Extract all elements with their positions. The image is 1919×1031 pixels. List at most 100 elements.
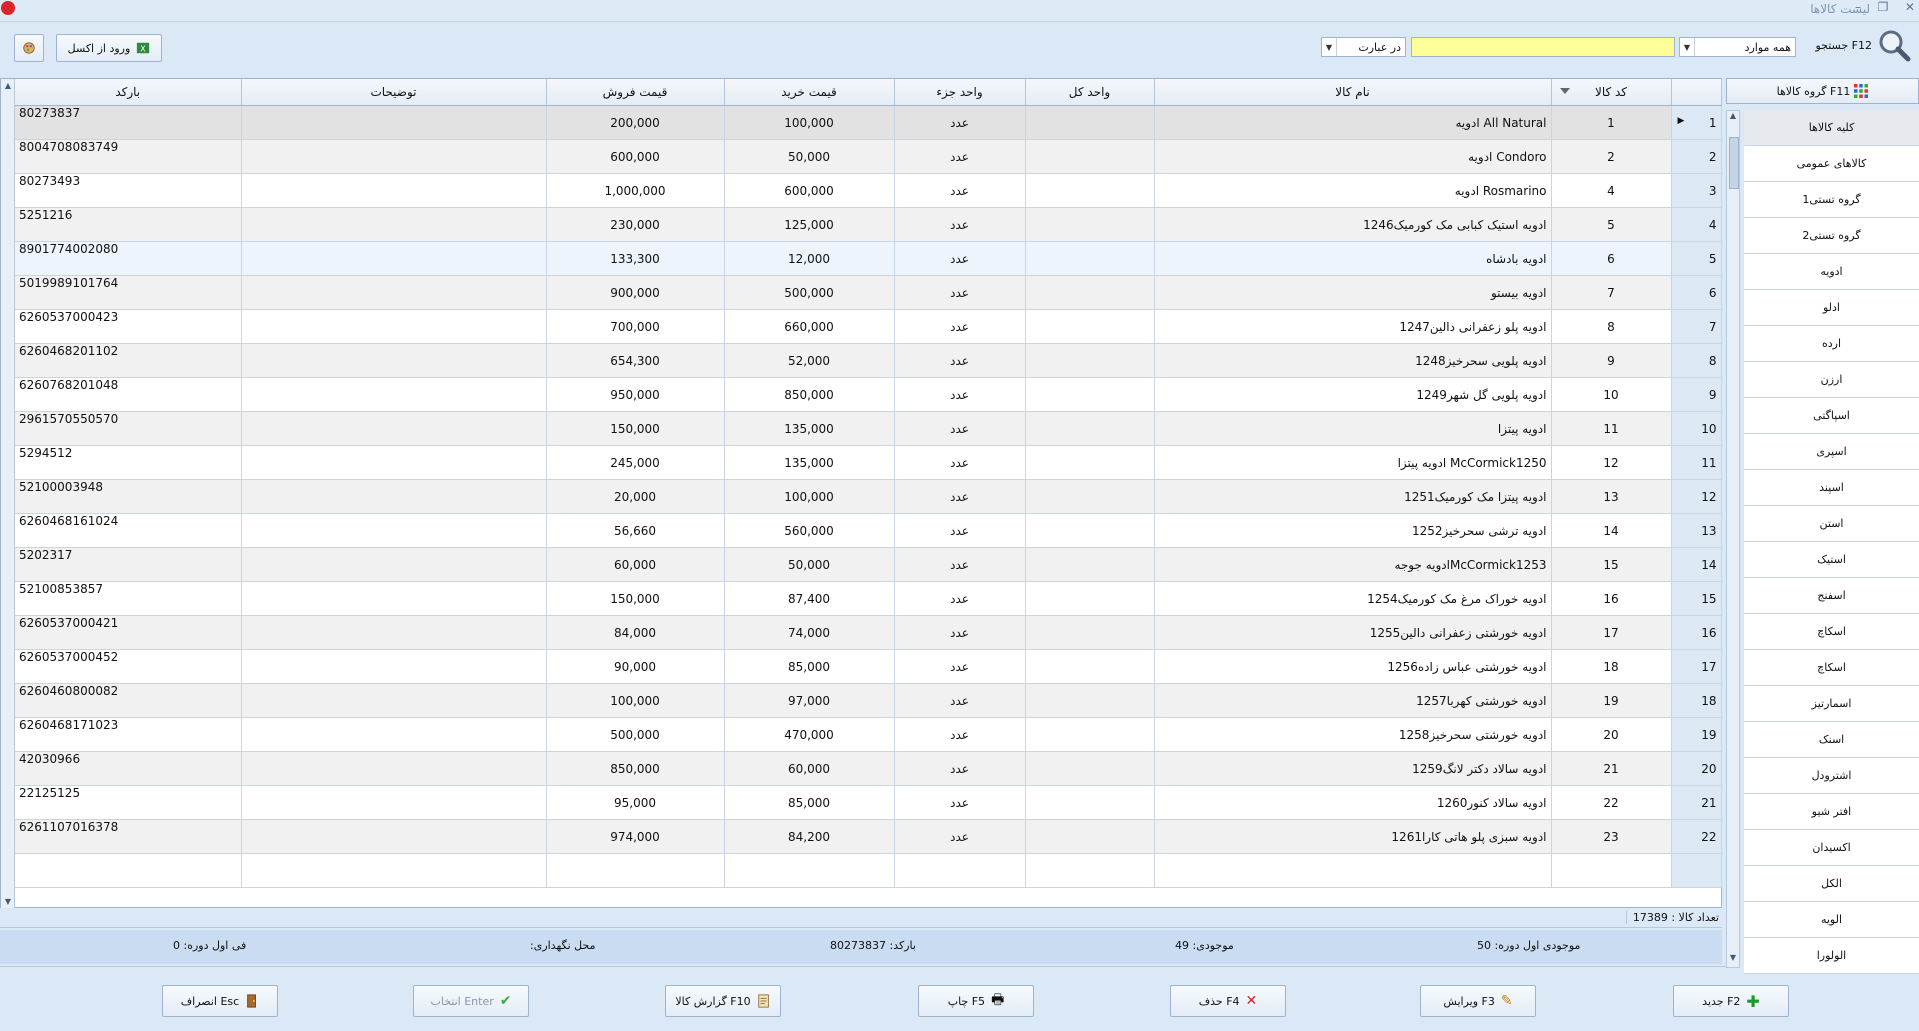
col-sell-price[interactable]: قیمت فروش	[546, 79, 725, 106]
cell-buy-price[interactable]: 135,000	[724, 445, 895, 480]
cell-barcode[interactable]: 8004708083749	[15, 139, 242, 174]
cell-sell-price[interactable]: 133,300	[546, 241, 725, 276]
cell-barcode[interactable]: 6260537000452	[15, 649, 242, 684]
cell-name[interactable]: ادویه ترشی سحرخیز1252	[1154, 513, 1552, 548]
cell-sell-price[interactable]: 850,000	[546, 751, 725, 786]
col-code[interactable]: کد کالا	[1551, 79, 1672, 106]
cell-code[interactable]: 21	[1551, 751, 1672, 786]
cell-barcode[interactable]: 80273837	[15, 105, 242, 140]
cell-sell-price[interactable]: 20,000	[546, 479, 725, 514]
group-item[interactable]: ادویه	[1744, 254, 1919, 290]
cell-unit-whole[interactable]	[1025, 683, 1155, 718]
cell-description[interactable]	[241, 547, 547, 582]
group-item[interactable]: اسنک	[1744, 722, 1919, 758]
cell-sell-price[interactable]: 654,300	[546, 343, 725, 378]
cell-code[interactable]: 20	[1551, 717, 1672, 752]
cell-unit-whole[interactable]	[1025, 785, 1155, 820]
row-number[interactable]: 18	[1671, 683, 1722, 718]
maximize-icon[interactable]: ❐	[1878, 0, 1889, 20]
print-button[interactable]: چاپ F5 🖶	[918, 985, 1034, 1017]
row-number[interactable]: 12	[1671, 479, 1722, 514]
cell-buy-price[interactable]: 52,000	[724, 343, 895, 378]
cell-name[interactable]: ادویه پیتزا مک کورمیک1251	[1154, 479, 1552, 514]
cell-unit-part[interactable]: عدد	[894, 649, 1026, 684]
group-item[interactable]: کالاهای عمومی	[1744, 146, 1919, 182]
cell-unit-part[interactable]: عدد	[894, 377, 1026, 412]
scroll-up-icon[interactable]: ▲	[1, 79, 15, 93]
cell-unit-whole[interactable]	[1025, 819, 1155, 854]
cell-code[interactable]: 6	[1551, 241, 1672, 276]
cell-description[interactable]	[241, 309, 547, 344]
cell-description[interactable]	[241, 343, 547, 378]
cell-barcode[interactable]: 5019989101764	[15, 275, 242, 310]
cell-buy-price[interactable]: 74,000	[724, 615, 895, 650]
cell-unit-part[interactable]: عدد	[894, 173, 1026, 208]
cell-buy-price[interactable]: 560,000	[724, 513, 895, 548]
cell-description[interactable]	[241, 445, 547, 480]
cell-unit-part[interactable]: عدد	[894, 581, 1026, 616]
cell-code[interactable]: 15	[1551, 547, 1672, 582]
cell-name[interactable]: ادویه بادشاه	[1154, 241, 1552, 276]
cell-barcode[interactable]: 52100003948	[15, 479, 242, 514]
cell-unit-part[interactable]: عدد	[894, 241, 1026, 276]
table-row[interactable]: 80273837 200,000 100,000 عدد ادویه All Natur…	[15, 105, 1722, 140]
table-row[interactable]: 6260460800082 100,000 97,000 عدد ادویه خورشت…	[15, 683, 1722, 718]
cell-description[interactable]	[241, 683, 547, 718]
cell-code[interactable]: 9	[1551, 343, 1672, 378]
group-item[interactable]: استیک	[1744, 542, 1919, 578]
cell-buy-price[interactable]: 12,000	[724, 241, 895, 276]
cell-unit-whole[interactable]	[1025, 139, 1155, 174]
cell-code[interactable]: 10	[1551, 377, 1672, 412]
cell-unit-part[interactable]: عدد	[894, 479, 1026, 514]
cell-unit-part[interactable]: عدد	[894, 309, 1026, 344]
cell-description[interactable]	[241, 173, 547, 208]
cell-unit-whole[interactable]	[1025, 241, 1155, 276]
table-row[interactable]: 2961570550570 150,000 135,000 عدد ادویه پیتز…	[15, 411, 1722, 446]
import-excel-button[interactable]: ورود از اکسل X	[56, 34, 162, 62]
cell-name[interactable]: ادویه پلویی گل شهر1249	[1154, 377, 1552, 412]
table-row[interactable]: 6260468161024 56,660 560,000 عدد ادویه ترشی …	[15, 513, 1722, 548]
cell-barcode[interactable]: 22125125	[15, 785, 242, 820]
cell-unit-part[interactable]: عدد	[894, 207, 1026, 242]
group-item[interactable]: ادلو	[1744, 290, 1919, 326]
cell-name[interactable]: ادویه جوجهMcCormick1253	[1154, 547, 1552, 582]
group-item[interactable]: الولورا	[1744, 938, 1919, 974]
row-number[interactable]: 14	[1671, 547, 1722, 582]
cell-code[interactable]: 14	[1551, 513, 1672, 548]
cell-unit-part[interactable]: عدد	[894, 139, 1026, 174]
group-item[interactable]: اشترودل	[1744, 758, 1919, 794]
cell-description[interactable]	[241, 615, 547, 650]
cell-sell-price[interactable]: 84,000	[546, 615, 725, 650]
group-item[interactable]: اسمارتیز	[1744, 686, 1919, 722]
new-button[interactable]: جدید F2 ✚	[1673, 985, 1789, 1017]
row-number[interactable]: 3	[1671, 173, 1722, 208]
col-description[interactable]: توضیحات	[241, 79, 547, 106]
cell-buy-price[interactable]: 660,000	[724, 309, 895, 344]
cell-description[interactable]	[241, 411, 547, 446]
table-row[interactable]: 6260537000423 700,000 660,000 عدد ادویه پلو …	[15, 309, 1722, 344]
cell-name[interactable]: ادویه پلویی سحرخیز1248	[1154, 343, 1552, 378]
row-number[interactable]: 15	[1671, 581, 1722, 616]
col-unit-whole[interactable]: واحد کل	[1025, 79, 1155, 106]
cell-buy-price[interactable]: 50,000	[724, 547, 895, 582]
cell-description[interactable]	[241, 513, 547, 548]
cell-description[interactable]	[241, 377, 547, 412]
cell-name[interactable]: ادویه خورشتی زعفرانی دالین1255	[1154, 615, 1552, 650]
cell-name[interactable]: ادویه All Natural	[1154, 105, 1552, 140]
app-icon[interactable]	[1, 1, 15, 15]
cell-unit-whole[interactable]	[1025, 581, 1155, 616]
cell-sell-price[interactable]: 700,000	[546, 309, 725, 344]
groups-header[interactable]: گروه کالاها F11	[1726, 78, 1919, 104]
table-row[interactable]: 52100003948 20,000 100,000 عدد ادویه پیتزا م…	[15, 479, 1722, 514]
match-mode-select[interactable]: ▼ در عبارت	[1321, 37, 1406, 57]
group-item[interactable]: کلیه کالاها	[1744, 110, 1919, 146]
cell-name[interactable]: ادویه Rosmarino	[1154, 173, 1552, 208]
close-icon[interactable]: ✕	[1905, 0, 1915, 20]
col-barcode[interactable]: بارکد	[15, 79, 242, 106]
cell-description[interactable]	[241, 785, 547, 820]
table-row[interactable]: 6260537000452 90,000 85,000 عدد ادویه خورشتی…	[15, 649, 1722, 684]
cell-sell-price[interactable]: 950,000	[546, 377, 725, 412]
cell-barcode[interactable]: 42030966	[15, 751, 242, 786]
cell-sell-price[interactable]: 90,000	[546, 649, 725, 684]
cell-unit-part[interactable]: عدد	[894, 683, 1026, 718]
